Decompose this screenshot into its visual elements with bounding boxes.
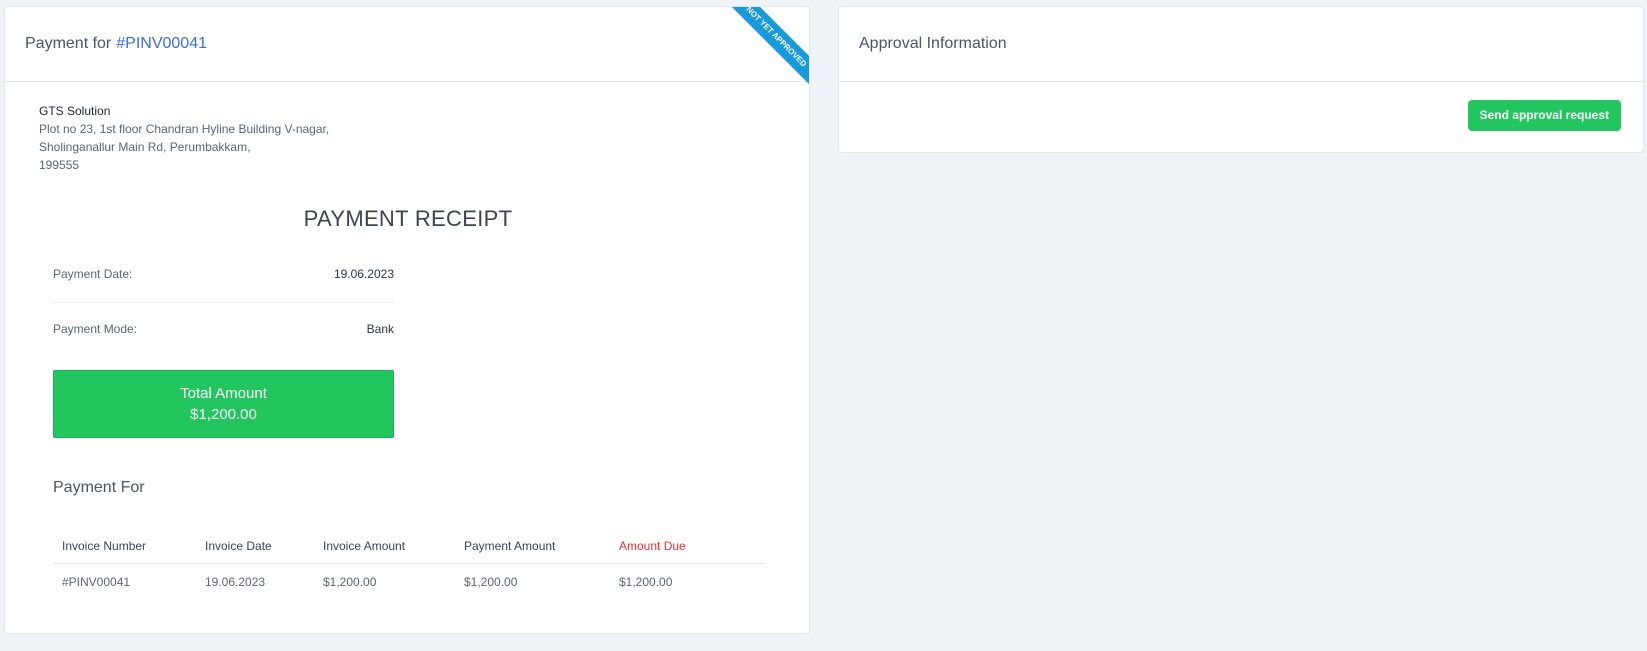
payment-receipt-card: Payment for #PINV00041 NOT YET APPROVED … bbox=[4, 6, 810, 634]
total-amount-value: $1,200.00 bbox=[190, 406, 257, 423]
payment-mode-value: Bank bbox=[366, 322, 394, 336]
send-approval-request-button[interactable]: Send approval request bbox=[1467, 100, 1621, 131]
status-ribbon-text: NOT YET APPROVED bbox=[715, 7, 809, 98]
payment-mode-label: Payment Mode: bbox=[53, 322, 138, 336]
cell-amount-due: $1,200.00 bbox=[619, 575, 673, 589]
cell-invoice-number: #PINV00041 bbox=[62, 575, 131, 589]
address-line-1: Plot no 23, 1st floor Chandran Hyline Bu… bbox=[39, 122, 330, 136]
col-amount-due: Amount Due bbox=[610, 529, 765, 564]
col-invoice-date: Invoice Date bbox=[196, 529, 314, 564]
cell-invoice-date: 19.06.2023 bbox=[205, 575, 266, 589]
col-payment-amount: Payment Amount bbox=[455, 529, 610, 564]
col-invoice-number: Invoice Number bbox=[53, 529, 196, 564]
cell-payment-amount: $1,200.00 bbox=[464, 575, 518, 589]
cell-invoice-amount: $1,200.00 bbox=[323, 575, 377, 589]
payment-for-heading: Payment For bbox=[53, 479, 145, 496]
payment-mode-row: Payment Mode: Bank bbox=[53, 322, 394, 336]
company-name: GTS Solution bbox=[39, 104, 111, 118]
company-address: GTS Solution Plot no 23, 1st floor Chand… bbox=[39, 102, 329, 174]
receipt-title: PAYMENT RECEIPT bbox=[303, 206, 513, 231]
payment-card-header: Payment for #PINV00041 bbox=[5, 7, 809, 82]
approval-card: Approval Information Send approval reque… bbox=[838, 6, 1644, 153]
col-invoice-amount: Invoice Amount bbox=[314, 529, 455, 564]
address-line-2: Sholinganallur Main Rd, Perumbakkam, bbox=[39, 140, 251, 154]
total-amount-label: Total Amount bbox=[180, 385, 267, 402]
approval-title: Approval Information bbox=[859, 35, 1007, 52]
payment-date-row: Payment Date: 19.06.2023 bbox=[53, 267, 394, 281]
approval-card-header: Approval Information bbox=[839, 7, 1643, 82]
payment-date-value: 19.06.2023 bbox=[333, 267, 394, 281]
table-row: #PINV00041 19.06.2023 $1,200.00 $1,200.0… bbox=[53, 564, 765, 601]
payment-date-label: Payment Date: bbox=[53, 267, 133, 281]
total-amount-box: Total Amount $1,200.00 bbox=[53, 370, 394, 438]
payment-title: Payment for bbox=[25, 35, 112, 52]
table-header-row: Invoice Number Invoice Date Invoice Amou… bbox=[53, 529, 765, 564]
payment-for-table: Invoice Number Invoice Date Invoice Amou… bbox=[53, 529, 765, 600]
status-ribbon: NOT YET APPROVED bbox=[713, 7, 809, 101]
divider bbox=[53, 302, 394, 303]
address-postal: 199555 bbox=[39, 158, 80, 172]
invoice-link[interactable]: #PINV00041 bbox=[116, 35, 207, 53]
